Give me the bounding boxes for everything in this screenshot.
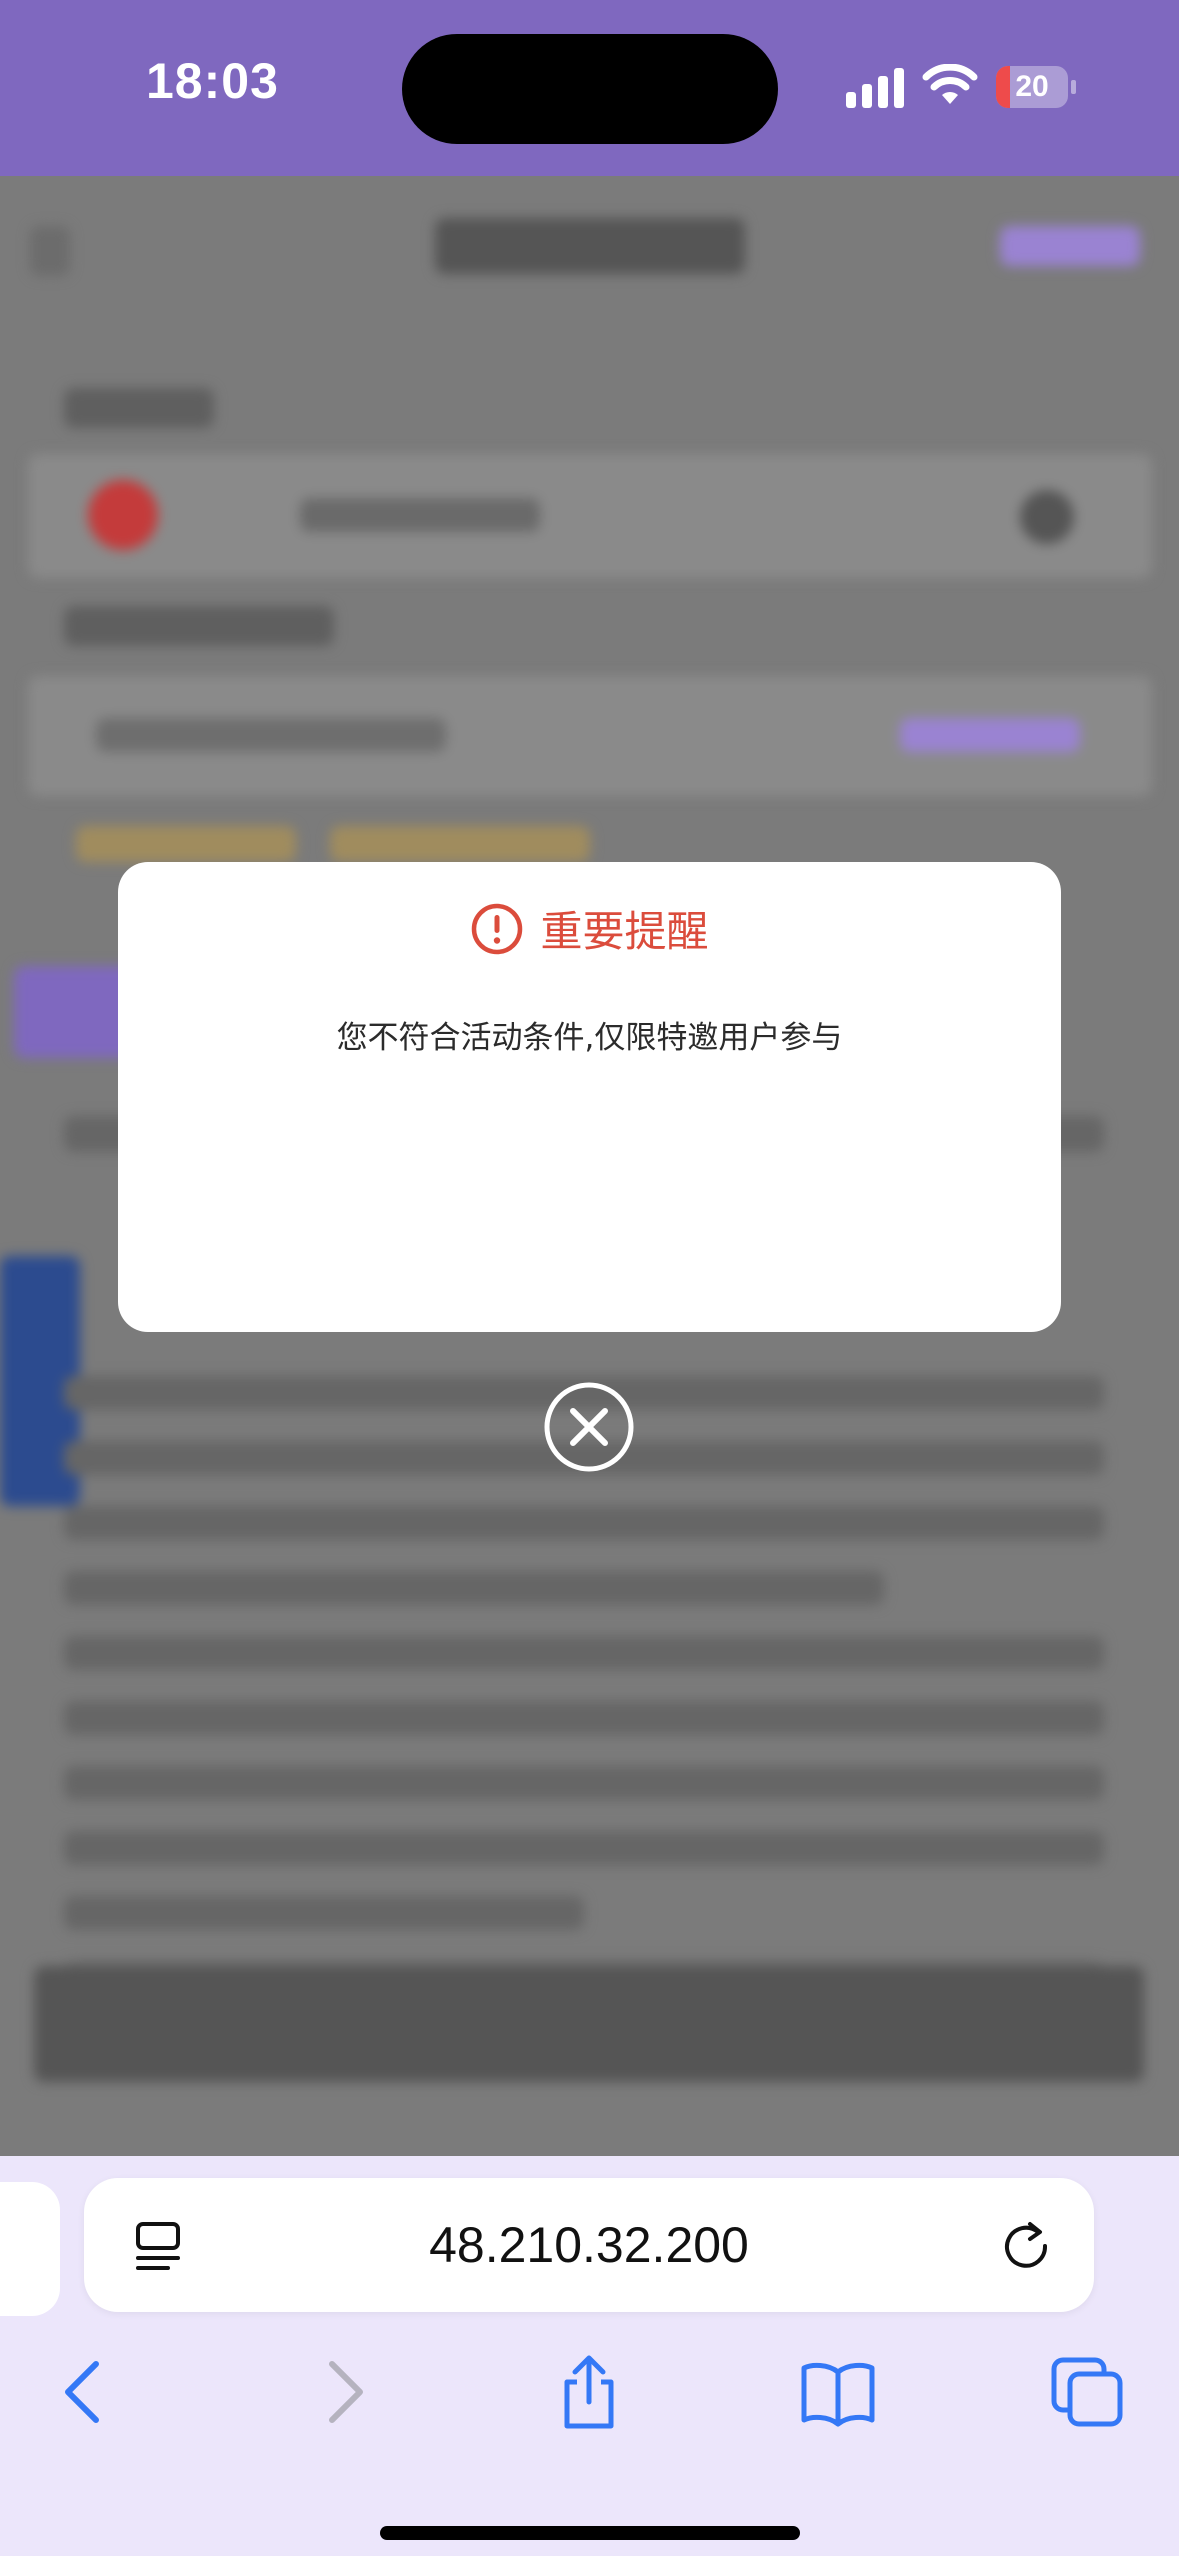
close-circle-icon[interactable]	[542, 1380, 636, 1474]
status-bar: 18:03 20	[0, 0, 1179, 176]
chevron-right-icon[interactable]	[302, 2352, 382, 2432]
status-time: 18:03	[146, 53, 279, 109]
signal-icon	[846, 68, 904, 108]
previous-tab-preview[interactable]	[0, 2182, 60, 2316]
url-text: 48.210.32.200	[429, 2217, 749, 2273]
book-icon[interactable]	[798, 2352, 878, 2432]
share-icon[interactable]	[549, 2352, 629, 2432]
home-indicator	[380, 2526, 800, 2540]
wifi-icon	[922, 64, 978, 104]
reload-icon[interactable]	[998, 2218, 1054, 2274]
alert-dialog: 重要提醒 您不符合活动条件,仅限特邀用户参与	[118, 862, 1061, 1332]
dialog-title: 重要提醒	[540, 907, 709, 956]
browser-toolbar: 48.210.32.200	[0, 2156, 1179, 2556]
dialog-header: 重要提醒	[118, 898, 1061, 959]
chevron-left-icon[interactable]	[46, 2352, 126, 2432]
dynamic-island	[402, 34, 778, 144]
battery-level: 20	[1015, 70, 1049, 103]
alert-circle-icon	[472, 903, 523, 954]
dialog-message: 您不符合活动条件,仅限特邀用户参与	[336, 1020, 843, 1056]
address-bar[interactable]: 48.210.32.200	[84, 2178, 1094, 2312]
tabs-icon[interactable]	[1048, 2352, 1128, 2432]
battery-indicator: 20	[996, 66, 1076, 108]
